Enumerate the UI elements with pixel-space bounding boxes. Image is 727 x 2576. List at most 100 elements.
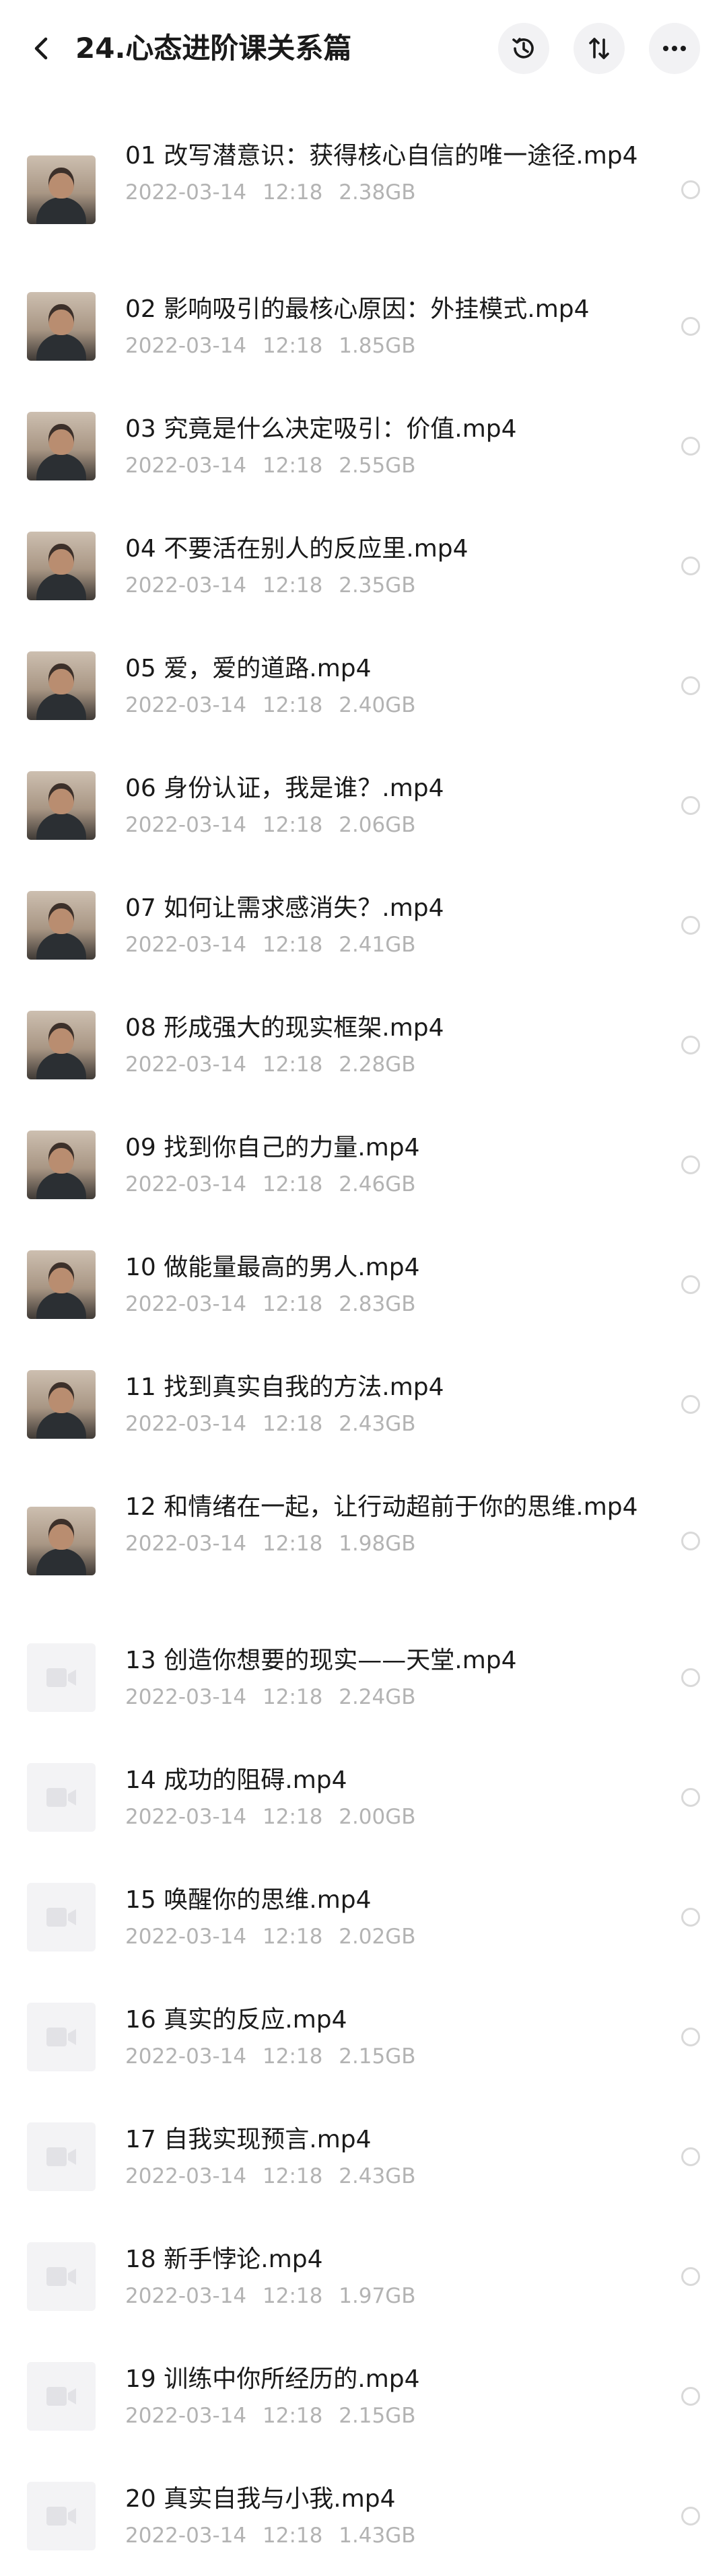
select-radio[interactable] <box>681 2147 700 2166</box>
file-size: 2.15GB <box>339 2044 416 2069</box>
file-row[interactable]: 01 改写潜意识：获得核心自信的唯一途径.mp4 2022-03-14 12:18… <box>0 113 727 266</box>
file-meta: 2022-03-14 12:18 1.98GB <box>125 1529 660 1559</box>
file-row[interactable]: 08 形成强大的现实框架.mp4 2022-03-14 12:18 2.28GB <box>0 985 727 1105</box>
file-meta: 2022-03-14 12:18 2.55GB <box>125 451 660 480</box>
select-radio[interactable] <box>681 1908 700 1927</box>
sort-icon <box>589 38 609 59</box>
file-time: 12:18 <box>263 2404 323 2428</box>
video-placeholder-icon <box>27 2122 96 2191</box>
back-button[interactable] <box>20 27 63 70</box>
file-size: 2.43GB <box>339 2164 416 2188</box>
file-row[interactable]: 09 找到你自己的力量.mp4 2022-03-14 12:18 2.46GB <box>0 1105 727 1225</box>
select-radio[interactable] <box>681 916 700 935</box>
file-row[interactable]: 03 究竟是什么决定吸引：价值.mp4 2022-03-14 12:18 2.55… <box>0 386 727 506</box>
file-row[interactable]: 20 真实自我与小我.mp4 2022-03-14 12:18 1.43GB <box>0 2456 727 2576</box>
file-size: 2.24GB <box>339 1685 416 1709</box>
select-radio[interactable] <box>681 317 700 336</box>
file-info: 13 创造你想要的现实——天堂.mp4 2022-03-14 12:18 2.24… <box>125 1643 660 1712</box>
file-size: 1.85GB <box>339 334 416 358</box>
chevron-left-icon <box>34 37 48 60</box>
history-icon <box>512 38 534 59</box>
select-radio[interactable] <box>681 2267 700 2286</box>
file-name: 04 不要活在别人的反应里.mp4 <box>125 535 469 563</box>
file-row[interactable]: 10 做能量最高的男人.mp4 2022-03-14 12:18 2.83GB <box>0 1225 727 1345</box>
file-info: 08 形成强大的现实框架.mp4 2022-03-14 12:18 2.28GB <box>125 1011 660 1079</box>
history-button[interactable] <box>498 23 549 74</box>
file-row[interactable]: 04 不要活在别人的反应里.mp4 2022-03-14 12:18 2.35GB <box>0 506 727 626</box>
file-info: 04 不要活在别人的反应里.mp4 2022-03-14 12:18 2.35GB <box>125 532 660 600</box>
file-name: 13 创造你想要的现实——天堂.mp4 <box>125 1647 517 1674</box>
file-row[interactable]: 02 影响吸引的最核心原因：外挂模式.mp4 2022-03-14 12:18 1… <box>0 266 727 386</box>
file-list: 01 改写潜意识：获得核心自信的唯一途径.mp4 2022-03-14 12:18… <box>0 113 727 2576</box>
select-radio[interactable] <box>681 796 700 815</box>
file-size: 2.02GB <box>339 1925 416 1949</box>
file-row[interactable]: 07 如何让需求感消失？.mp4 2022-03-14 12:18 2.41GB <box>0 865 727 985</box>
video-placeholder-icon <box>27 1643 96 1712</box>
file-info: 12 和情绪在一起，让行动超前于你的思维.mp4 2022-03-14 12:18… <box>125 1490 660 1559</box>
select-radio[interactable] <box>681 1155 700 1174</box>
video-thumbnail <box>27 771 96 840</box>
more-button[interactable] <box>649 23 700 74</box>
file-row[interactable]: 19 训练中你所经历的.mp4 2022-03-14 12:18 2.15GB <box>0 2336 727 2456</box>
select-radio[interactable] <box>681 2387 700 2406</box>
file-row[interactable]: 12 和情绪在一起，让行动超前于你的思维.mp4 2022-03-14 12:18… <box>0 1464 727 1618</box>
file-info: 10 做能量最高的男人.mp4 2022-03-14 12:18 2.83GB <box>125 1250 660 1319</box>
select-radio[interactable] <box>681 1036 700 1054</box>
video-thumbnail <box>27 1011 96 1079</box>
file-size: 1.43GB <box>339 2524 416 2548</box>
file-name: 19 训练中你所经历的.mp4 <box>125 2365 420 2393</box>
file-size: 2.41GB <box>339 933 416 957</box>
file-row[interactable]: 06 身份认证，我是谁？.mp4 2022-03-14 12:18 2.06GB <box>0 746 727 865</box>
file-row[interactable]: 14 成功的阻碍.mp4 2022-03-14 12:18 2.00GB <box>0 1738 727 1857</box>
page-title: 24.心态进阶课关系篇 <box>75 32 352 65</box>
file-size: 2.15GB <box>339 2404 416 2428</box>
file-row[interactable]: 13 创造你想要的现实——天堂.mp4 2022-03-14 12:18 2.24… <box>0 1618 727 1738</box>
select-radio[interactable] <box>681 2028 700 2046</box>
file-meta: 2022-03-14 12:18 2.24GB <box>125 1682 660 1712</box>
file-date: 2022-03-14 <box>125 933 247 957</box>
file-row[interactable]: 17 自我实现预言.mp4 2022-03-14 12:18 2.43GB <box>0 2097 727 2217</box>
file-time: 12:18 <box>263 1805 323 1829</box>
file-date: 2022-03-14 <box>125 1052 247 1077</box>
select-radio[interactable] <box>681 2507 700 2526</box>
select-radio[interactable] <box>681 676 700 695</box>
file-size: 2.38GB <box>339 180 416 205</box>
select-radio[interactable] <box>681 1275 700 1294</box>
file-row[interactable]: 15 唤醒你的思维.mp4 2022-03-14 12:18 2.02GB <box>0 1857 727 1977</box>
file-info: 14 成功的阻碍.mp4 2022-03-14 12:18 2.00GB <box>125 1763 660 1832</box>
file-time: 12:18 <box>263 454 323 478</box>
select-radio[interactable] <box>681 437 700 456</box>
file-row[interactable]: 18 新手悖论.mp4 2022-03-14 12:18 1.97GB <box>0 2217 727 2336</box>
video-thumbnail <box>27 292 96 361</box>
select-radio[interactable] <box>681 1788 700 1807</box>
file-time: 12:18 <box>263 1685 323 1709</box>
file-info: 03 究竟是什么决定吸引：价值.mp4 2022-03-14 12:18 2.55… <box>125 412 660 480</box>
file-meta: 2022-03-14 12:18 2.15GB <box>125 2042 660 2071</box>
file-date: 2022-03-14 <box>125 1172 247 1196</box>
file-name: 09 找到你自己的力量.mp4 <box>125 1134 420 1161</box>
select-radio[interactable] <box>681 180 700 199</box>
file-meta: 2022-03-14 12:18 1.43GB <box>125 2521 660 2550</box>
file-name: 10 做能量最高的男人.mp4 <box>125 1254 420 1281</box>
select-radio[interactable] <box>681 1668 700 1687</box>
file-meta: 2022-03-14 12:18 1.97GB <box>125 2281 660 2311</box>
file-date: 2022-03-14 <box>125 2404 247 2428</box>
file-row[interactable]: 11 找到真实自我的方法.mp4 2022-03-14 12:18 2.43GB <box>0 1345 727 1464</box>
file-row[interactable]: 16 真实的反应.mp4 2022-03-14 12:18 2.15GB <box>0 1977 727 2097</box>
file-name: 05 爱，爱的道路.mp4 <box>125 655 372 682</box>
select-radio[interactable] <box>681 557 700 575</box>
file-time: 12:18 <box>263 2164 323 2188</box>
file-row[interactable]: 05 爱，爱的道路.mp4 2022-03-14 12:18 2.40GB <box>0 626 727 746</box>
file-info: 18 新手悖论.mp4 2022-03-14 12:18 1.97GB <box>125 2242 660 2311</box>
video-placeholder-icon <box>27 2362 96 2431</box>
sort-button[interactable] <box>574 23 625 74</box>
file-size: 2.83GB <box>339 1292 416 1316</box>
file-time: 12:18 <box>263 933 323 957</box>
file-name: 12 和情绪在一起，让行动超前于你的思维.mp4 <box>125 1493 638 1521</box>
select-radio[interactable] <box>681 1532 700 1550</box>
file-name: 18 新手悖论.mp4 <box>125 2246 323 2273</box>
select-radio[interactable] <box>681 1395 700 1414</box>
file-date: 2022-03-14 <box>125 1292 247 1316</box>
file-size: 2.40GB <box>339 693 416 717</box>
video-thumbnail <box>27 651 96 720</box>
